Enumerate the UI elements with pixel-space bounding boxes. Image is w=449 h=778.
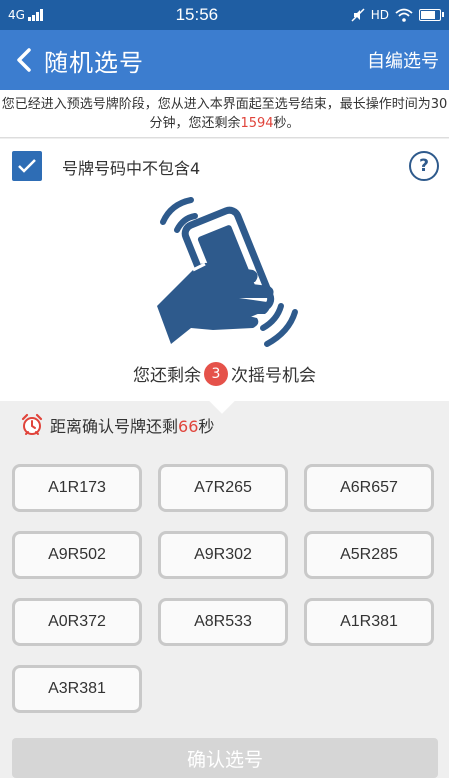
battery-icon [419,9,444,21]
confirm-countdown: 距离确认号牌还剩66秒 [20,413,214,437]
status-bar: 4G 15:56 HD [0,0,449,30]
plate-option[interactable]: A9R502 [12,531,142,579]
mute-icon [351,8,365,22]
hd-indicator: HD [370,8,389,22]
countdown-suffix: 秒 [198,417,215,436]
plate-option[interactable]: A1R173 [12,464,142,512]
signal-icon [27,9,43,21]
remaining-chances: 您还剩余 3 次摇号机会 [0,361,449,388]
plate-option[interactable]: A6R657 [304,464,434,512]
chevron-left-icon [17,48,31,72]
shake-panel: 号牌号码中不包含4 ? 您还剩余 3 次摇号机会 [0,139,449,414]
remaining-prefix: 您还剩余 [133,366,201,386]
notice-suffix: 秒。 [273,116,300,131]
wifi-icon [395,8,413,22]
alarm-clock-icon [21,413,43,435]
custom-select-button[interactable]: 自编选号 [367,47,439,73]
exclude-four-checkbox[interactable] [12,151,42,181]
network-type: 4G [8,8,25,22]
check-icon [18,159,36,173]
page-title: 随机选号 [44,48,144,77]
confirm-select-button[interactable]: 确认选号 [12,738,438,778]
shake-phone-icon[interactable] [135,194,315,354]
plate-option[interactable]: A5R285 [304,531,434,579]
plate-option[interactable]: A3R381 [12,665,142,713]
countdown-prefix: 距离确认号牌还剩 [50,417,179,436]
plate-option[interactable]: A1R381 [304,598,434,646]
notice-text: 您已经进入预选号牌阶段，您从进入本界面起至选号结束，最长操作时间为30分钟，您还… [1,97,448,131]
plate-option[interactable]: A8R533 [158,598,288,646]
plate-option[interactable]: A9R302 [158,531,288,579]
plate-option[interactable]: A0R372 [12,598,142,646]
remaining-suffix: 次摇号机会 [231,366,316,386]
plate-option[interactable]: A7R265 [158,464,288,512]
countdown-seconds: 66 [178,417,199,436]
time-notice: 您已经进入预选号牌阶段，您从进入本界面起至选号结束，最长操作时间为30分钟，您还… [0,90,449,138]
header-bar: 随机选号 自编选号 [0,30,449,90]
back-button[interactable] [4,30,44,90]
exclude-four-label: 号牌号码中不包含4 [62,159,201,178]
remaining-count-badge: 3 [204,362,228,386]
help-icon[interactable]: ? [409,151,439,181]
remaining-seconds: 1594 [240,116,274,131]
status-time: 15:56 [175,5,219,24]
panel-pointer [209,388,235,414]
